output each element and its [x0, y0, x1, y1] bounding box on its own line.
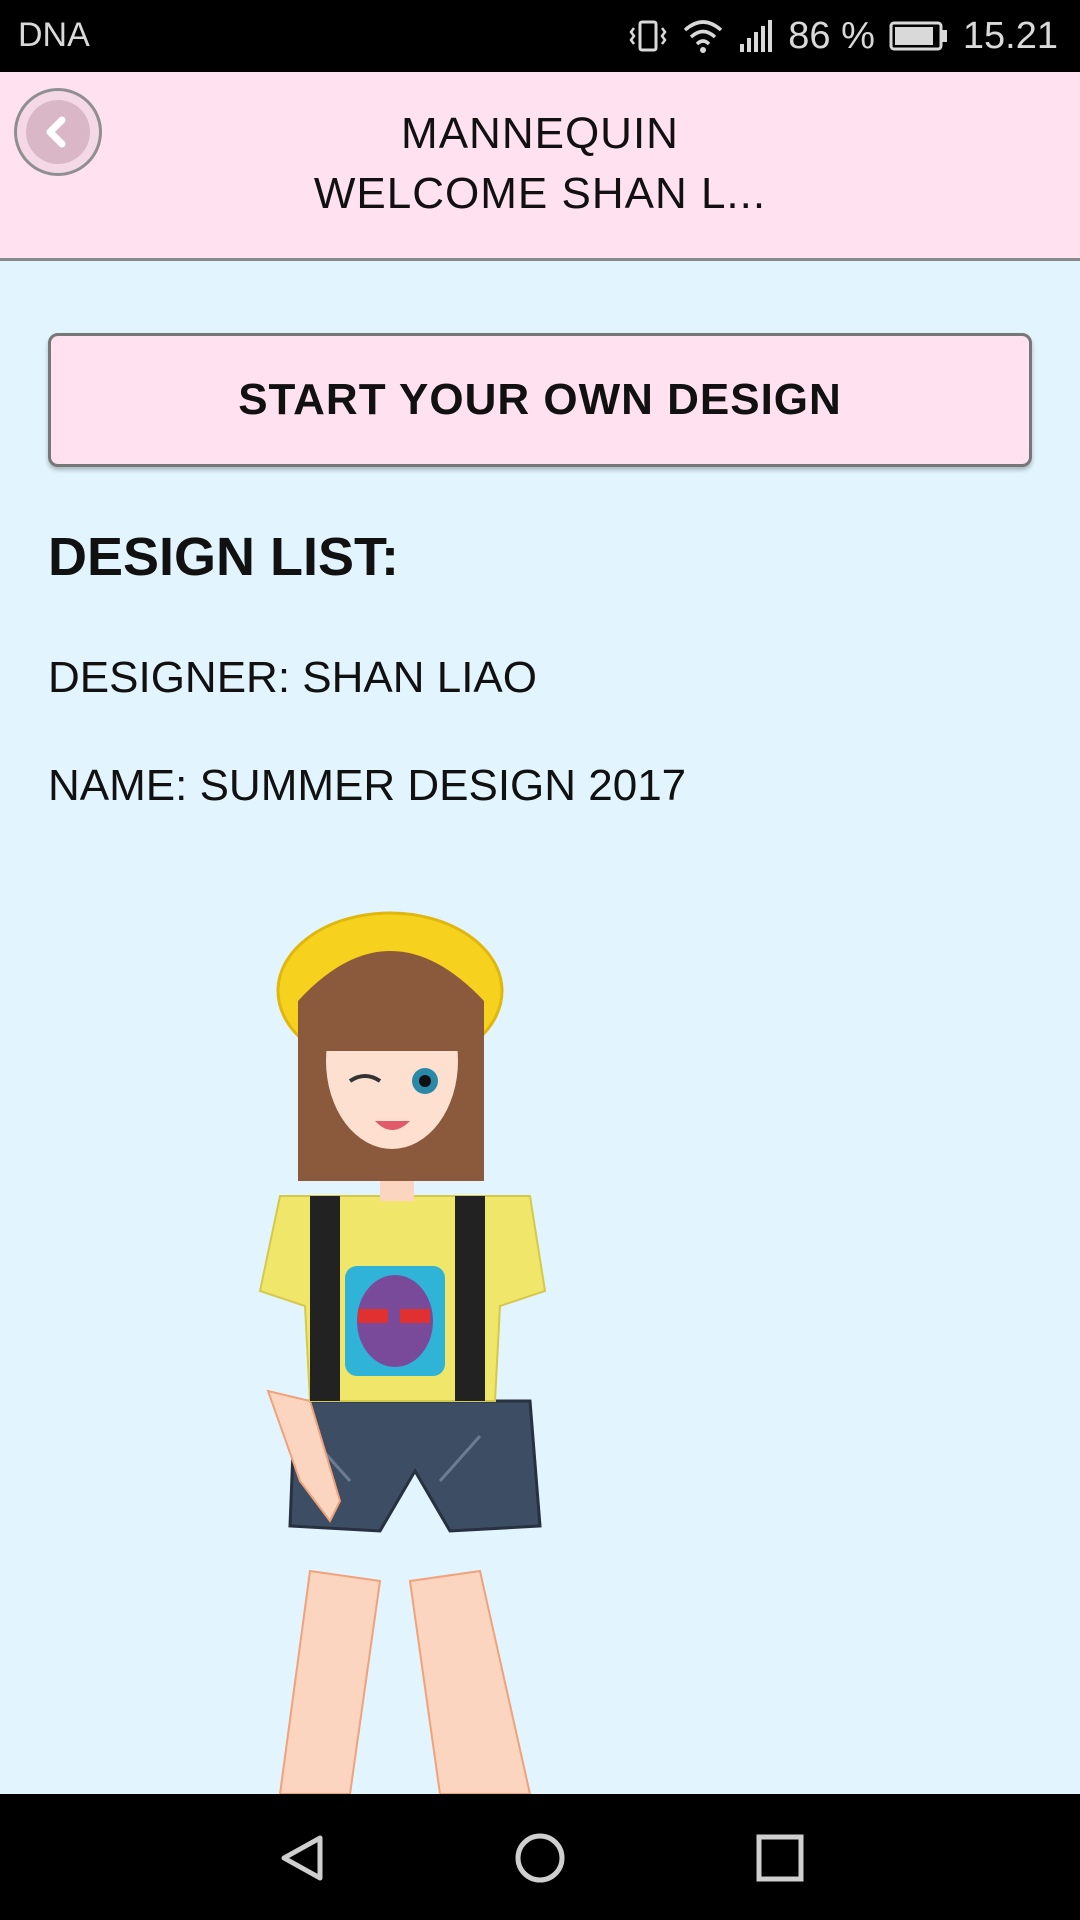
- battery-icon: [889, 20, 949, 52]
- wifi-icon: [682, 16, 724, 56]
- recents-square-icon[interactable]: [754, 1832, 806, 1884]
- back-button[interactable]: [14, 88, 102, 176]
- system-nav-bar: [0, 1794, 1080, 1920]
- app-header: MANNEQUIN WELCOME SHAN L...: [0, 72, 1080, 261]
- header-title-line2: WELCOME SHAN L...: [313, 169, 767, 218]
- status-bar: DNA 86 % 15.21: [0, 0, 1080, 72]
- main-content: START YOUR OWN DESIGN DESIGN LIST: DESIG…: [0, 261, 1080, 1795]
- mannequin-illustration[interactable]: [240, 881, 600, 1795]
- header-title: MANNEQUIN WELCOME SHAN L...: [120, 104, 960, 224]
- design-name-label: NAME: SUMMER DESIGN 2017: [48, 761, 687, 810]
- design-list-title: DESIGN LIST:: [48, 527, 400, 587]
- home-circle-icon[interactable]: [514, 1832, 566, 1884]
- header-title-line1: MANNEQUIN: [401, 109, 679, 158]
- chevron-left-icon: [26, 100, 90, 164]
- signal-icon: [738, 16, 774, 56]
- clock: 15.21: [962, 14, 1058, 57]
- start-design-button[interactable]: START YOUR OWN DESIGN: [48, 333, 1032, 467]
- status-right: 86 % 15.21: [628, 10, 1058, 62]
- back-triangle-icon[interactable]: [276, 1832, 328, 1884]
- carrier-name: DNA: [18, 16, 90, 54]
- battery-percent: 86 %: [788, 14, 875, 57]
- vibrate-icon: [628, 16, 668, 56]
- designer-label: DESIGNER: SHAN LIAO: [48, 653, 538, 702]
